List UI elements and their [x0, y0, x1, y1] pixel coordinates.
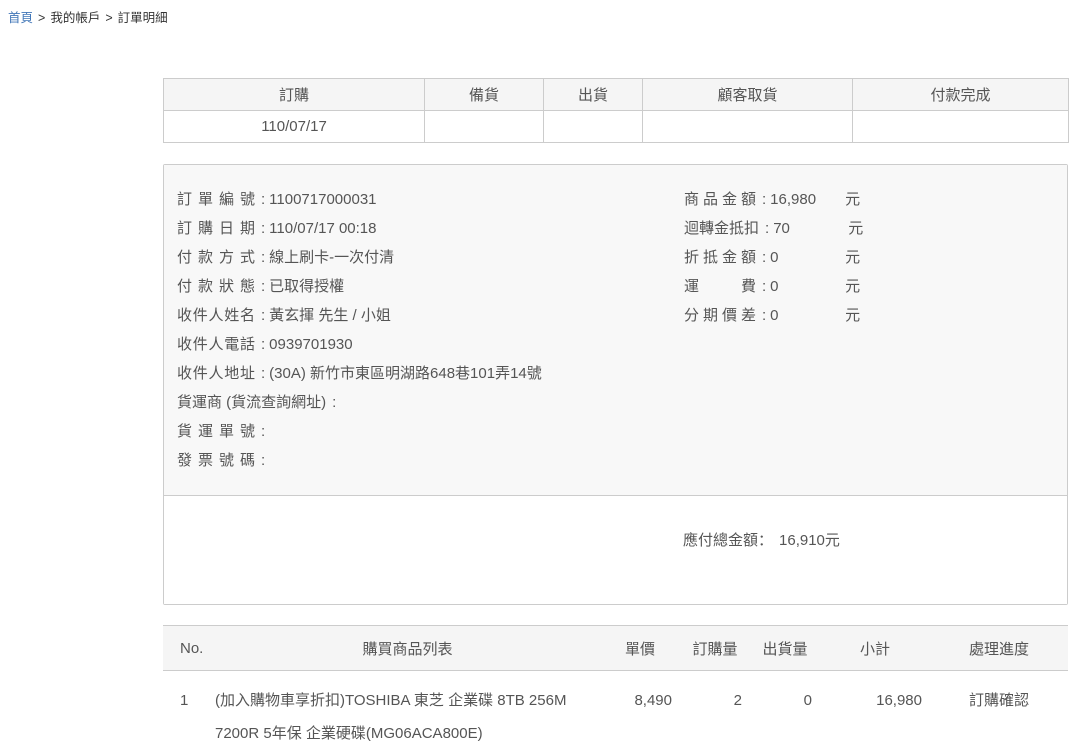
field-label: 訂購日期 [177, 214, 255, 243]
breadcrumb-separator: > [105, 11, 112, 25]
breadcrumb-link-home[interactable]: 首頁 [8, 11, 33, 25]
product-header-subtotal: 小計 [820, 626, 930, 671]
field-order-number: 訂單編號:1100717000031 [177, 185, 684, 214]
status-value-shipped [544, 111, 643, 143]
order-status-table: 訂購 備貨 出貨 顧客取貨 付款完成 110/07/17 [163, 78, 1069, 143]
field-payment-status: 付款狀態:已取得授權 [177, 272, 684, 301]
currency-unit: 元 [845, 191, 860, 208]
status-header-ordered: 訂購 [164, 79, 425, 111]
field-value: 70 [773, 214, 848, 243]
breadcrumb: 首頁 > 我的帳戶 > 訂單明細 [0, 0, 1075, 22]
field-value: 110/07/17 00:18 [269, 220, 376, 237]
status-header-payment-complete: 付款完成 [853, 79, 1069, 111]
product-header-order-qty: 訂購量 [680, 626, 750, 671]
product-order-qty: 2 [680, 671, 750, 750]
field-rebate-deduction: 迴轉金抵扣:70元 [684, 214, 1055, 243]
product-header-progress: 處理進度 [930, 626, 1068, 671]
field-value: 0939701930 [269, 336, 352, 353]
breadcrumb-item-my-account: 我的帳戶 [50, 11, 100, 25]
field-recipient-name: 收件人姓名:黃玄揮 先生 / 小姐 [177, 301, 684, 330]
field-label: 收件人地址 [177, 359, 255, 388]
payable-total-row: 應付總金額： 16,910元 [164, 496, 1067, 604]
status-header-customer-pickup: 顧客取貨 [643, 79, 853, 111]
field-invoice-number: 發票號碼: [177, 446, 684, 475]
payable-total-label: 應付總金額： [683, 532, 773, 549]
field-label: 運費 [684, 272, 756, 301]
status-header-shipped: 出貨 [544, 79, 643, 111]
field-value: 0 [770, 272, 845, 301]
order-info-fields: 訂單編號:1100717000031 訂購日期:110/07/17 00:18 … [164, 165, 1067, 496]
product-progress-status: 訂購確認 [930, 671, 1068, 750]
order-info-right-column: 商品金額:16,980元 迴轉金抵扣:70元 折抵金額:0元 運費:0元 分期價… [684, 185, 1055, 475]
field-goods-amount: 商品金額:16,980元 [684, 185, 1055, 214]
product-header-no: No. [163, 626, 215, 671]
field-label: 付款方式 [177, 243, 255, 272]
currency-unit: 元 [845, 307, 860, 324]
field-value: 1100717000031 [269, 191, 376, 208]
product-unit-price: 8,490 [600, 671, 680, 750]
order-info-panel: 訂單編號:1100717000031 訂購日期:110/07/17 00:18 … [163, 164, 1068, 605]
field-value: 已取得授權 [269, 278, 344, 295]
product-subtotal: 16,980 [820, 671, 930, 750]
field-tracking-number: 貨運單號: [177, 417, 684, 446]
product-no: 1 [163, 671, 215, 750]
field-label: 分期價差 [684, 301, 756, 330]
field-payment-method: 付款方式:線上刷卡-一次付清 [177, 243, 684, 272]
status-header-preparing: 備貨 [425, 79, 544, 111]
field-order-date: 訂購日期:110/07/17 00:18 [177, 214, 684, 243]
field-label: 發票號碼 [177, 446, 255, 475]
field-value: 16,980 [770, 185, 845, 214]
field-value: 0 [770, 301, 845, 330]
breadcrumb-separator: > [38, 11, 45, 25]
product-ship-qty: 0 [750, 671, 820, 750]
product-row: 1 (加入購物車享折扣)TOSHIBA 東芝 企業碟 8TB 256M 7200… [163, 671, 1068, 750]
field-value: 黃玄揮 先生 / 小姐 [269, 307, 391, 324]
field-label: 商品金額 [684, 185, 756, 214]
product-name: (加入購物車享折扣)TOSHIBA 東芝 企業碟 8TB 256M 7200R … [215, 671, 600, 750]
currency-unit: 元 [845, 278, 860, 295]
status-header-row: 訂購 備貨 出貨 顧客取貨 付款完成 [164, 79, 1069, 111]
product-header-unit-price: 單價 [600, 626, 680, 671]
field-label: 收件人姓名 [177, 301, 255, 330]
field-label: 付款狀態 [177, 272, 255, 301]
field-discount-amount: 折抵金額:0元 [684, 243, 1055, 272]
product-table: No. 購買商品列表 單價 訂購量 出貨量 小計 處理進度 1 (加入購物車享折… [163, 625, 1068, 750]
field-label: 貨運商 (貨流查詢網址) [177, 388, 326, 417]
field-value: (30A) 新竹市東區明湖路648巷101弄14號 [269, 365, 542, 382]
payable-total-value: 16,910元 [779, 532, 840, 549]
product-header-name: 購買商品列表 [215, 626, 600, 671]
field-label: 訂單編號 [177, 185, 255, 214]
field-carrier: 貨運商 (貨流查詢網址): [177, 388, 684, 417]
status-value-customer-pickup [643, 111, 853, 143]
field-installment-difference: 分期價差:0元 [684, 301, 1055, 330]
field-value: 線上刷卡-一次付清 [269, 249, 394, 266]
status-value-ordered-date: 110/07/17 [164, 111, 425, 143]
field-label: 貨運單號 [177, 417, 255, 446]
currency-unit: 元 [848, 220, 863, 237]
status-value-preparing [425, 111, 544, 143]
status-value-payment-complete [853, 111, 1069, 143]
status-value-row: 110/07/17 [164, 111, 1069, 143]
order-info-left-column: 訂單編號:1100717000031 訂購日期:110/07/17 00:18 … [177, 185, 684, 475]
field-label: 迴轉金抵扣 [684, 214, 759, 243]
product-header-ship-qty: 出貨量 [750, 626, 820, 671]
currency-unit: 元 [845, 249, 860, 266]
product-table-header-row: No. 購買商品列表 單價 訂購量 出貨量 小計 處理進度 [163, 626, 1068, 671]
field-label: 收件人電話 [177, 330, 255, 359]
breadcrumb-item-order-detail: 訂單明細 [118, 11, 168, 25]
field-recipient-address: 收件人地址:(30A) 新竹市東區明湖路648巷101弄14號 [177, 359, 684, 388]
field-label: 折抵金額 [684, 243, 756, 272]
field-recipient-phone: 收件人電話:0939701930 [177, 330, 684, 359]
field-shipping-fee: 運費:0元 [684, 272, 1055, 301]
field-value: 0 [770, 243, 845, 272]
